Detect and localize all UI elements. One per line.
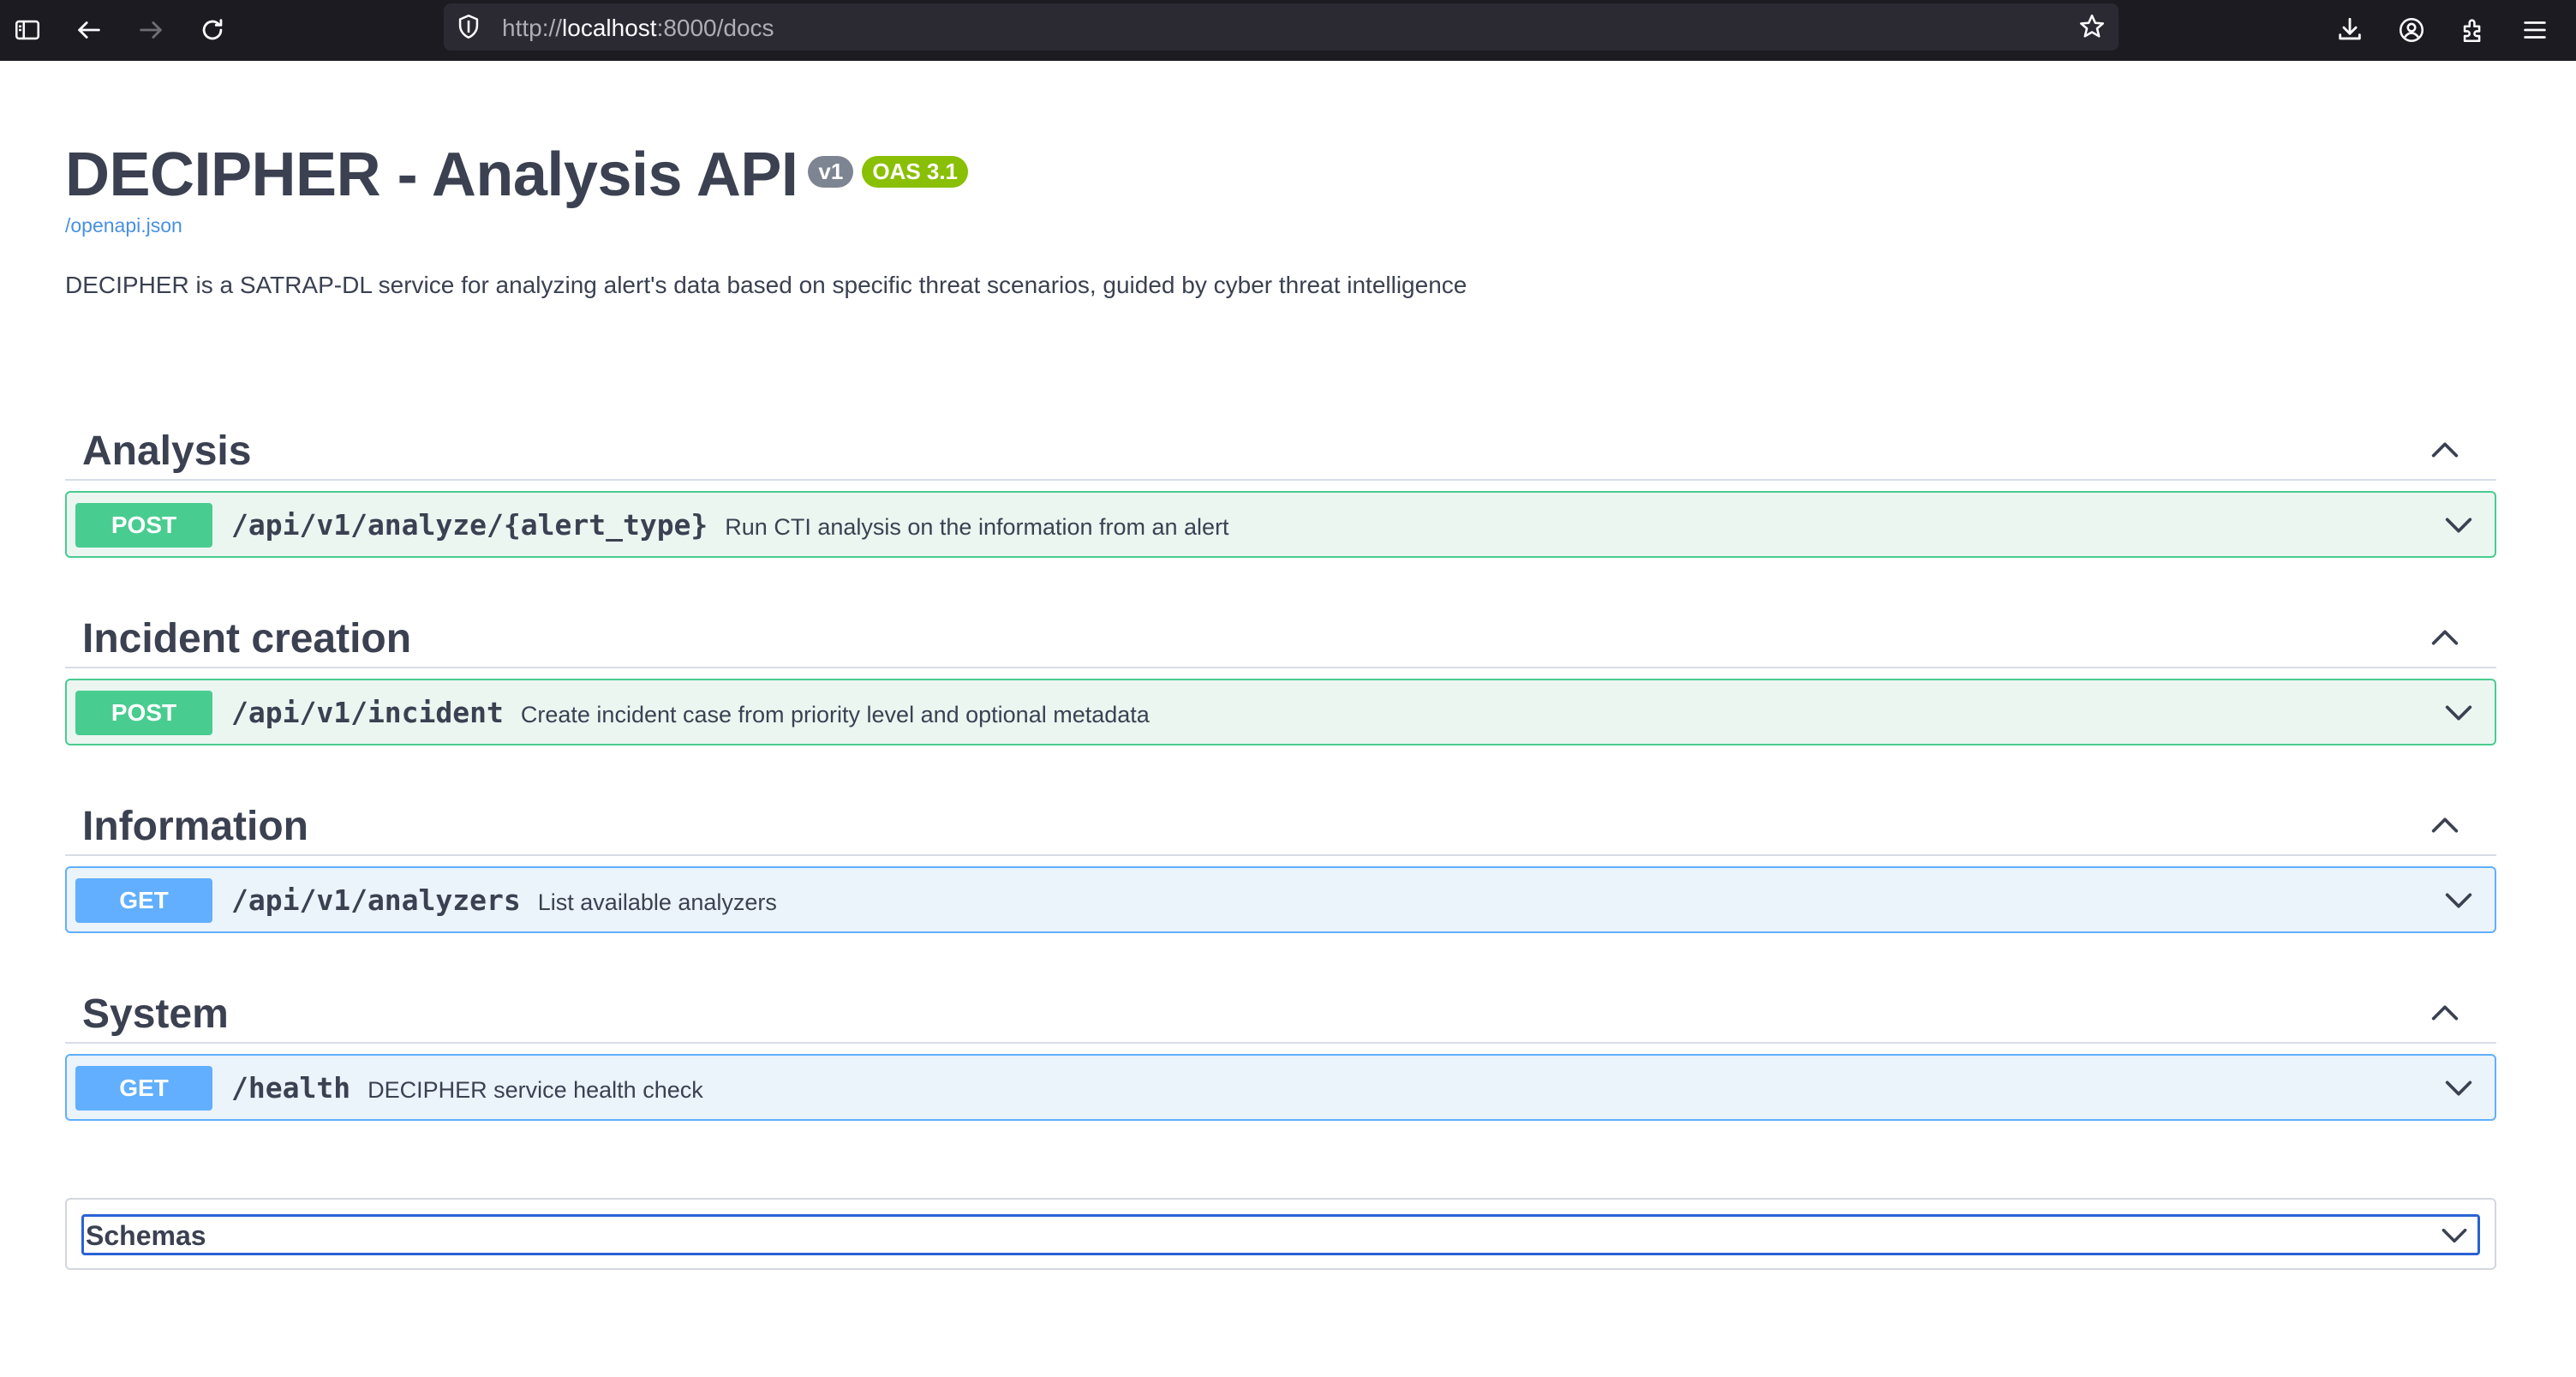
schemas-title: Schemas (86, 1220, 206, 1251)
reload-icon[interactable] (191, 9, 234, 51)
oas-badge: OAS 3.1 (862, 156, 969, 188)
chevron-down-icon[interactable] (2442, 1071, 2476, 1105)
operation-post-analyze[interactable]: POST /api/v1/analyze/{alert_type} Run CTI… (65, 491, 2496, 558)
extensions-icon[interactable] (2452, 9, 2495, 51)
bookmark-star-icon[interactable] (2077, 12, 2107, 41)
method-badge: POST (75, 503, 212, 548)
operation-summary: List available analyzers (537, 889, 777, 915)
api-description: DECIPHER is a SATRAP-DL service for anal… (65, 272, 1467, 298)
page-title: DECIPHER - Analysis API (65, 141, 798, 209)
chevron-up-icon[interactable] (2428, 433, 2462, 467)
chevron-down-icon[interactable] (2442, 696, 2476, 730)
tag-title: System (82, 991, 229, 1037)
operation-get-analyzers[interactable]: GET /api/v1/analyzers List available anal… (65, 866, 2496, 933)
forward-icon[interactable] (129, 9, 172, 51)
tag-information[interactable]: Information (65, 787, 2496, 856)
chevron-up-icon[interactable] (2428, 620, 2462, 655)
openapi-json-link[interactable]: /openapi.json (65, 214, 2498, 237)
chevron-down-icon[interactable] (2438, 1219, 2471, 1252)
operation-summary: Create incident case from priority level… (520, 702, 1150, 727)
downloads-icon[interactable] (2328, 9, 2371, 51)
url-text[interactable]: http://localhost:8000/docs (502, 15, 774, 42)
operation-summary: DECIPHER service health check (368, 1077, 703, 1103)
method-badge: GET (75, 878, 212, 923)
tag-analysis[interactable]: Analysis (65, 412, 2496, 481)
method-badge: POST (75, 691, 212, 735)
menu-icon[interactable] (2513, 9, 2556, 51)
schemas-toggle-button[interactable]: Schemas (81, 1214, 2480, 1255)
operation-get-health[interactable]: GET /health DECIPHER service health check (65, 1054, 2496, 1121)
operation-path: /health DECIPHER service health check (231, 1071, 703, 1105)
schemas-section: Schemas (65, 1198, 2496, 1270)
sidebar-toggle-icon[interactable] (6, 9, 49, 51)
operation-summary: Run CTI analysis on the information from… (725, 514, 1229, 540)
chevron-up-icon[interactable] (2428, 808, 2462, 842)
url-bar[interactable]: http://localhost:8000/docs (444, 3, 2119, 51)
operation-path: /api/v1/analyze/{alert_type} Run CTI anal… (231, 508, 1229, 542)
method-badge: GET (75, 1066, 212, 1111)
api-info: DECIPHER - Analysis API v1 OAS 3.1 /open… (65, 144, 2498, 299)
operation-post-incident[interactable]: POST /api/v1/incident Create incident cas… (65, 679, 2496, 745)
back-icon[interactable] (68, 9, 111, 51)
tag-incident-creation[interactable]: Incident creation (65, 600, 2496, 668)
tag-title: Analysis (82, 428, 252, 474)
version-badge: v1 (808, 156, 854, 188)
operation-path: /api/v1/incident Create incident case fro… (231, 696, 1150, 729)
tag-title: Information (82, 804, 308, 849)
tag-title: Incident creation (82, 616, 412, 662)
chevron-down-icon[interactable] (2442, 883, 2476, 918)
browser-toolbar: http://localhost:8000/docs (0, 0, 2576, 61)
url-host: localhost (562, 15, 657, 41)
tag-system[interactable]: System (65, 975, 2496, 1044)
chevron-down-icon[interactable] (2442, 508, 2476, 542)
chevron-up-icon[interactable] (2428, 996, 2462, 1030)
operation-path: /api/v1/analyzers List available analyzer… (231, 883, 777, 917)
shield-icon[interactable] (454, 12, 483, 41)
account-icon[interactable] (2390, 9, 2433, 51)
